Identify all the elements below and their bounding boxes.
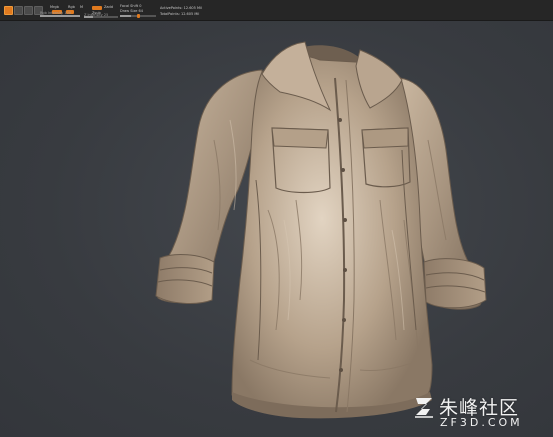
rgb-intensity-slider[interactable] xyxy=(40,15,80,17)
rgb-label[interactable]: Rgb xyxy=(68,5,75,9)
m-label[interactable]: M xyxy=(80,5,83,9)
mrgb-label[interactable]: Mrgb xyxy=(50,5,59,9)
watermark-url: ZF3D.COM xyxy=(440,416,523,429)
focal-shift-label[interactable]: Focal Shift 0 xyxy=(120,4,141,8)
watermark: 朱峰社区 ZF3D.COM xyxy=(413,391,543,431)
rgb-intensity-label: Rgb Intensity 100 xyxy=(40,11,72,15)
zadd-label[interactable]: Zadd xyxy=(104,5,113,9)
draw-size-fill xyxy=(120,15,131,17)
zadd-toggle[interactable] xyxy=(92,6,102,10)
z-intensity-label: Z Intensity 25 xyxy=(84,13,109,17)
shirt-body xyxy=(231,55,433,418)
left-cuff xyxy=(155,254,215,304)
shirt-sculpt xyxy=(155,41,487,419)
canvas-viewport[interactable] xyxy=(0,21,553,437)
draw-size-label[interactable]: Draw Size 64 xyxy=(120,9,143,13)
zf-logo-icon xyxy=(415,398,433,418)
right-cuff xyxy=(423,258,487,309)
top-toolbar: Mrgb Rgb M Rgb Intensity 100 Zadd Zsub Z… xyxy=(0,0,553,21)
move-button[interactable] xyxy=(24,6,33,15)
total-points-label: TotalPoints: 12.605 Mil xyxy=(160,12,200,16)
draw-button[interactable] xyxy=(14,6,23,15)
rgb-intensity-fill xyxy=(40,15,80,17)
draw-size-marker xyxy=(137,14,140,18)
active-points-label: ActivePoints: 12.605 Mil xyxy=(160,6,202,10)
edit-button[interactable] xyxy=(4,6,13,15)
